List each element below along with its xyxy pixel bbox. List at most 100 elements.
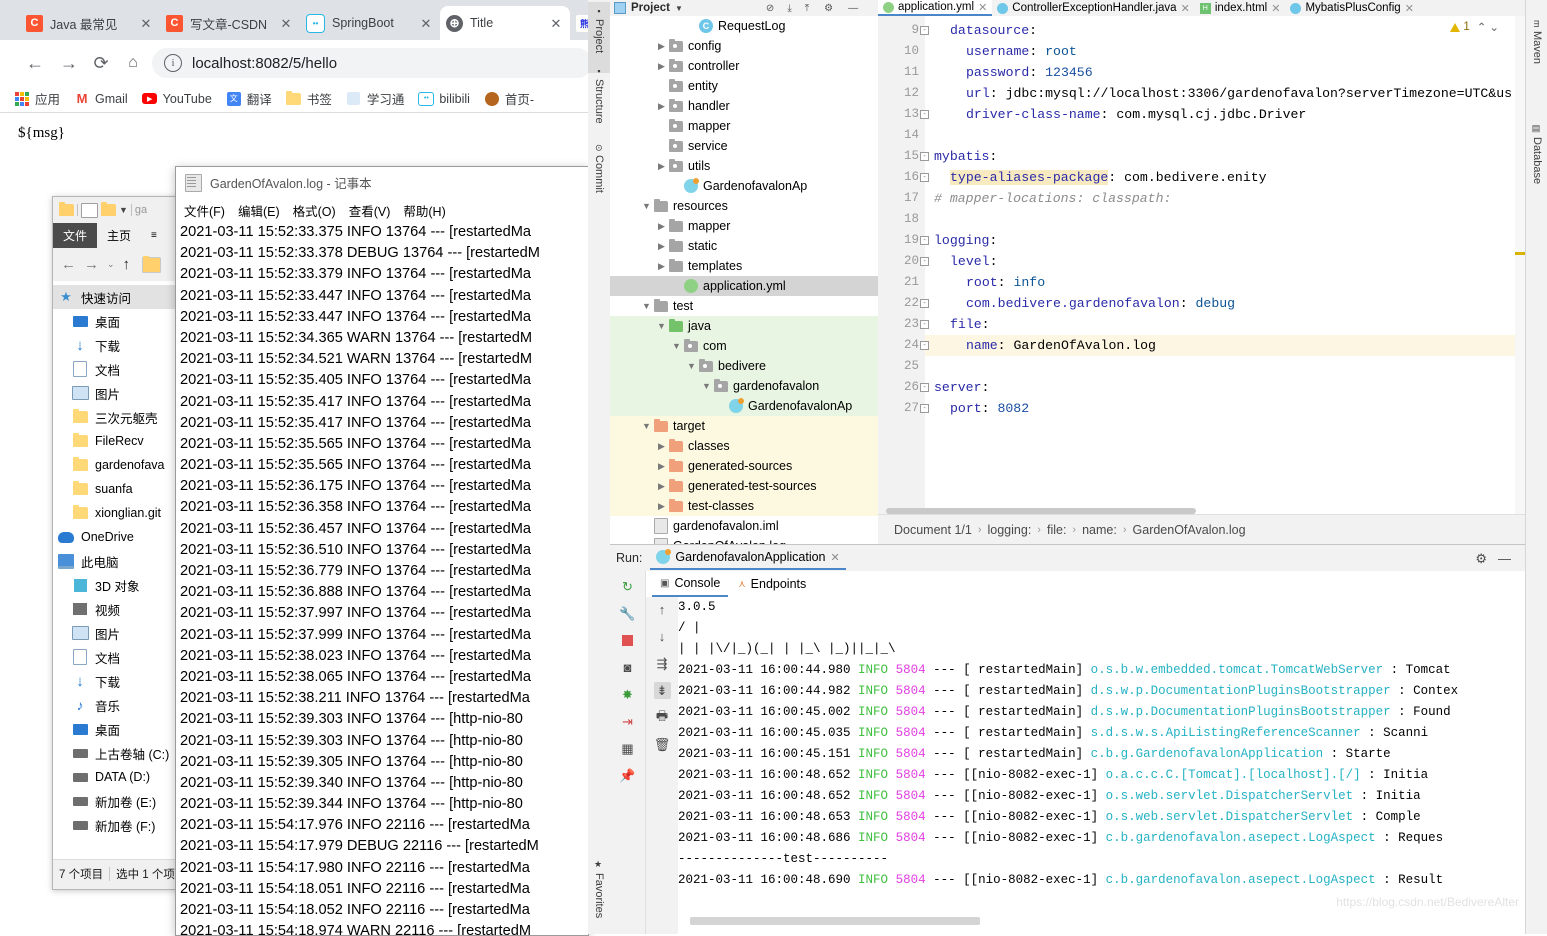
code-fold-toggle-icon[interactable]: - <box>920 257 929 266</box>
project-tree-node[interactable]: C RequestLog <box>610 16 878 36</box>
project-file-tree[interactable]: C RequestLog ▶ config ▶ controller entity ▶ hand… <box>610 16 878 544</box>
breadcrumb-item[interactable]: Document 1/1 <box>894 523 972 537</box>
bookmark-item[interactable]: 应用 <box>14 89 60 108</box>
code-fold-toggle-icon[interactable]: - <box>920 110 929 119</box>
explorer-recent-icon[interactable]: ⌄ <box>107 259 115 270</box>
project-tree-node[interactable]: ▶ controller <box>610 56 878 76</box>
explorer-ribbon-tab[interactable]: 主页 <box>97 223 141 248</box>
project-tree-node[interactable]: ▼ com <box>610 336 878 356</box>
collapse-icon[interactable]: ⤒ <box>805 3 809 14</box>
chevron-down-icon[interactable]: ▼ <box>655 321 668 331</box>
project-tree-node[interactable]: ▶ config <box>610 36 878 56</box>
reload-button[interactable]: ⟳ <box>88 50 114 76</box>
site-info-icon[interactable]: i <box>164 54 182 72</box>
project-tree-node[interactable]: service <box>610 136 878 156</box>
chevron-right-icon[interactable]: ▶ <box>655 61 668 72</box>
code-fold-toggle-icon[interactable]: - <box>920 26 929 35</box>
collapse-all-icon[interactable]: ⊘ <box>766 3 774 14</box>
project-tree-node[interactable]: ▶ test-classes <box>610 496 878 516</box>
layout-icon[interactable]: ▦ <box>619 740 636 757</box>
minimize-icon[interactable]: — <box>1498 551 1511 566</box>
browser-tab[interactable]: ⊕ Title ✕ <box>440 6 570 40</box>
project-tree-node[interactable]: ▶ generated-test-sources <box>610 476 878 496</box>
camera-icon[interactable]: ◙ <box>619 659 636 676</box>
project-tree-node[interactable]: ▼ resources <box>610 196 878 216</box>
home-button[interactable]: ⌂ <box>120 50 146 76</box>
chevron-right-icon[interactable]: ▶ <box>655 481 668 492</box>
bookmark-item[interactable]: •• bilibili <box>418 91 470 107</box>
notepad-menu-item[interactable]: 文件(F) <box>184 201 225 220</box>
tool-window-tab-database[interactable]: ▤ Database <box>1526 120 1547 198</box>
chevron-right-icon[interactable]: ▶ <box>655 241 668 252</box>
bookmark-item[interactable]: 文翻译 <box>226 89 272 108</box>
code-fold-toggle-icon[interactable]: - <box>920 299 929 308</box>
console-horizontal-scrollbar[interactable] <box>690 917 980 925</box>
properties-icon[interactable] <box>81 202 98 218</box>
project-tree-node[interactable]: GardenofavalonAp <box>610 176 878 196</box>
inspection-warning-badge[interactable]: 1 ⌃ ⌄ <box>1450 20 1499 34</box>
tool-window-tab-structure[interactable]: ▪ Structure <box>588 62 610 147</box>
tool-window-tab-favorites[interactable]: ★ Favorites <box>588 856 610 934</box>
explorer-up-icon[interactable]: ↑ <box>123 256 131 273</box>
project-tree-node[interactable]: ▼ java <box>610 316 878 336</box>
explorer-ribbon-overflow[interactable]: ≡ <box>141 223 167 248</box>
settings-gear-icon[interactable]: ⚙ <box>824 3 833 14</box>
console-output[interactable]: 3.0.5 / | | | |\/|_)(_| | |_\ |_)||_|_\ … <box>678 597 1525 934</box>
close-icon[interactable]: ✕ <box>548 17 564 30</box>
print-icon[interactable]: 🖶 <box>654 708 671 726</box>
bookmark-item[interactable]: 学习通 <box>346 89 404 108</box>
close-icon[interactable]: ✕ <box>1405 2 1414 15</box>
chevron-right-icon[interactable]: ▶ <box>655 221 668 232</box>
address-bar[interactable]: i localhost:8082/5/hello <box>152 48 592 78</box>
minimize-icon[interactable]: — <box>848 3 858 14</box>
project-tree-node[interactable]: ▼ bedivere <box>610 356 878 376</box>
wrench-icon[interactable]: 🔧 <box>619 605 636 622</box>
close-icon[interactable]: ✕ <box>978 1 987 14</box>
run-configuration-tab[interactable]: GardenofavalonApplication ✕ <box>650 546 846 570</box>
code-fold-toggle-icon[interactable]: - <box>920 152 929 161</box>
notepad-menu-item[interactable]: 帮助(H) <box>403 201 445 220</box>
code-fold-toggle-icon[interactable]: - <box>920 341 929 350</box>
browser-tab[interactable]: C 写文章-CSDN ✕ <box>160 6 300 40</box>
pin-icon[interactable]: 📌 <box>619 767 636 784</box>
breadcrumb-item[interactable]: logging: <box>988 523 1032 537</box>
project-tree-node[interactable]: ▼ gardenofavalon <box>610 376 878 396</box>
close-icon[interactable]: ✕ <box>418 17 434 30</box>
bookmark-item[interactable]: 首页- <box>484 89 534 108</box>
next-problem-icon[interactable]: ⌄ <box>1489 20 1499 34</box>
chevron-right-icon[interactable]: ▶ <box>655 161 668 172</box>
chevron-right-icon[interactable]: ▶ <box>655 501 668 512</box>
project-tree-node[interactable]: GardenOfAvalon.log <box>610 536 878 544</box>
chevron-down-icon[interactable]: ▼ <box>675 4 683 13</box>
chevron-right-icon[interactable]: ▶ <box>655 461 668 472</box>
project-tree-node[interactable]: application.yml <box>610 276 878 296</box>
close-icon[interactable]: ✕ <box>831 551 840 564</box>
breadcrumb-item[interactable]: name: <box>1082 523 1117 537</box>
code-editor[interactable]: 9-10 11 12 13-14 15-16-17 18 19-20-21 22-23-24-… <box>878 16 1525 514</box>
code-fold-toggle-icon[interactable]: - <box>920 404 929 413</box>
breadcrumb-item[interactable]: GardenOfAvalon.log <box>1133 523 1246 537</box>
project-tree-node[interactable]: ▼ test <box>610 296 878 316</box>
settings-gear-icon[interactable]: ⚙ <box>1475 551 1487 567</box>
chevron-down-icon[interactable]: ▼ <box>640 201 653 211</box>
debug-icon[interactable]: ✸ <box>619 686 636 703</box>
scroll-to-end-icon[interactable]: ⇟ <box>653 682 671 699</box>
chevron-right-icon[interactable]: ▶ <box>655 41 668 52</box>
notepad-menu-item[interactable]: 编辑(E) <box>238 201 280 220</box>
editor-tab[interactable]: MybatisPlusConfig ✕ <box>1285 0 1418 16</box>
chevron-down-icon[interactable]: ▼ <box>640 301 653 311</box>
bookmark-item[interactable]: 书签 <box>286 89 332 108</box>
forward-button[interactable]: → <box>56 50 82 76</box>
notepad-menu-item[interactable]: 格式(O) <box>293 201 336 220</box>
project-tree-node[interactable]: gardenofavalon.iml <box>610 516 878 536</box>
run-tab-console[interactable]: ▣ Console <box>652 572 729 597</box>
project-tree-node[interactable]: ▶ classes <box>610 436 878 456</box>
project-tree-node[interactable]: mapper <box>610 116 878 136</box>
explorer-forward-icon[interactable]: → <box>84 256 99 273</box>
close-icon[interactable]: ✕ <box>278 17 294 30</box>
chevron-down-icon[interactable]: ▼ <box>700 381 713 391</box>
notepad-text-area[interactable]: 2021-03-11 15:52:33.375 INFO 13764 --- [… <box>176 222 588 935</box>
project-tree-node[interactable]: ▶ templates <box>610 256 878 276</box>
rerun-icon[interactable]: ↻ <box>619 578 636 595</box>
chevron-down-icon[interactable]: ▼ <box>670 341 683 351</box>
